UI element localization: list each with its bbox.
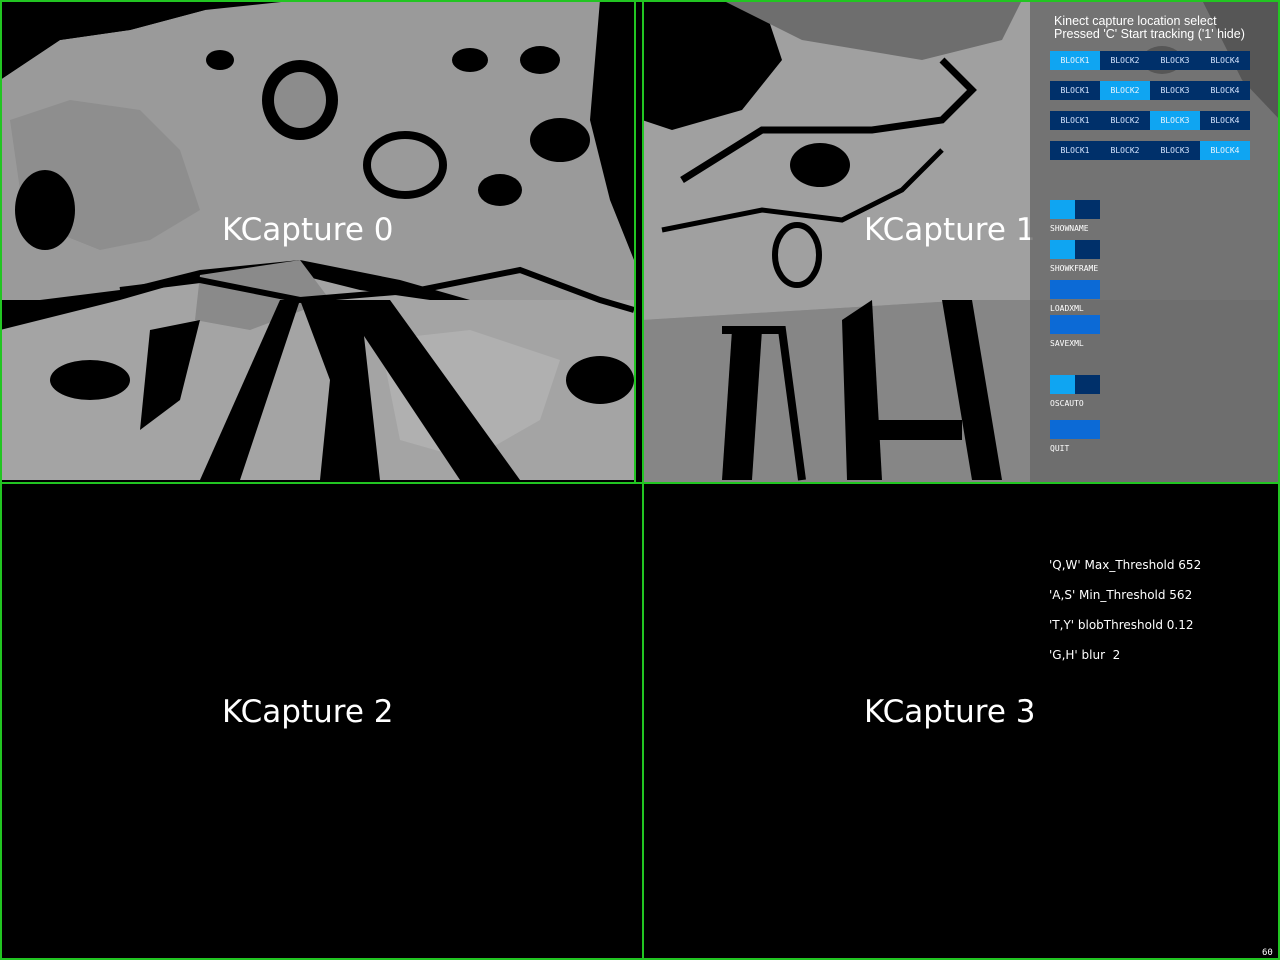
- min-threshold-text: 'A,S' Min_Threshold 562: [1049, 588, 1193, 602]
- row1-block4-option[interactable]: BLOCK4: [1200, 51, 1250, 70]
- blob-threshold-text: 'T,Y' blobThreshold 0.12: [1049, 618, 1194, 632]
- showkframe-toggle[interactable]: [1050, 240, 1100, 259]
- grid-divider-inner: [634, 0, 636, 482]
- row2-block4-option[interactable]: BLOCK4: [1200, 81, 1250, 100]
- row2-block2-option[interactable]: BLOCK2: [1100, 81, 1150, 100]
- row3-block1-option[interactable]: BLOCK1: [1050, 111, 1100, 130]
- row4-block2-option[interactable]: BLOCK2: [1100, 141, 1150, 160]
- quit-button[interactable]: [1050, 420, 1100, 439]
- loadxml-button[interactable]: [1050, 280, 1100, 299]
- row1-block2-option[interactable]: BLOCK2: [1100, 51, 1150, 70]
- oscauto-label: OSCAUTO: [1050, 399, 1084, 408]
- showname-toggle[interactable]: [1050, 200, 1100, 219]
- grid-divider-horizontal: [0, 482, 1280, 484]
- block-select-row-3: BLOCK1 BLOCK2 BLOCK3 BLOCK4: [1050, 111, 1250, 130]
- row3-block4-option[interactable]: BLOCK4: [1200, 111, 1250, 130]
- showname-label: SHOWNAME: [1050, 224, 1089, 233]
- row2-block1-option[interactable]: BLOCK1: [1050, 81, 1100, 100]
- row4-block3-option[interactable]: BLOCK3: [1150, 141, 1200, 160]
- row2-block3-option[interactable]: BLOCK3: [1150, 81, 1200, 100]
- max-threshold-text: 'Q,W' Max_Threshold 652: [1049, 558, 1202, 572]
- fps-counter: 60: [1262, 948, 1273, 958]
- grid-divider-vertical: [642, 0, 644, 960]
- row3-block3-option[interactable]: BLOCK3: [1150, 111, 1200, 130]
- panel-title: Kinect capture location select: [1054, 14, 1217, 28]
- block-select-row-2: BLOCK1 BLOCK2 BLOCK3 BLOCK4: [1050, 81, 1250, 100]
- control-panel: Kinect capture location select Pressed '…: [1030, 2, 1278, 482]
- panel-subtitle: Pressed 'C' Start tracking ('1' hide): [1054, 27, 1245, 41]
- row1-block1-option[interactable]: BLOCK1: [1050, 51, 1100, 70]
- showkframe-label: SHOWKFRAME: [1050, 264, 1099, 273]
- loadxml-label: LOADXML: [1050, 304, 1084, 313]
- row4-block1-option[interactable]: BLOCK1: [1050, 141, 1100, 160]
- row1-block3-option[interactable]: BLOCK3: [1150, 51, 1200, 70]
- savexml-label: SAVEXML: [1050, 339, 1084, 348]
- oscauto-toggle[interactable]: [1050, 375, 1100, 394]
- block-select-row-4: BLOCK1 BLOCK2 BLOCK3 BLOCK4: [1050, 141, 1250, 160]
- quit-label: QUIT: [1050, 444, 1070, 453]
- blur-text: 'G,H' blur 2: [1049, 648, 1121, 662]
- savexml-button[interactable]: [1050, 315, 1100, 334]
- block-select-row-1: BLOCK1 BLOCK2 BLOCK3 BLOCK4: [1050, 51, 1250, 70]
- row3-block2-option[interactable]: BLOCK2: [1100, 111, 1150, 130]
- row4-block4-option[interactable]: BLOCK4: [1200, 141, 1250, 160]
